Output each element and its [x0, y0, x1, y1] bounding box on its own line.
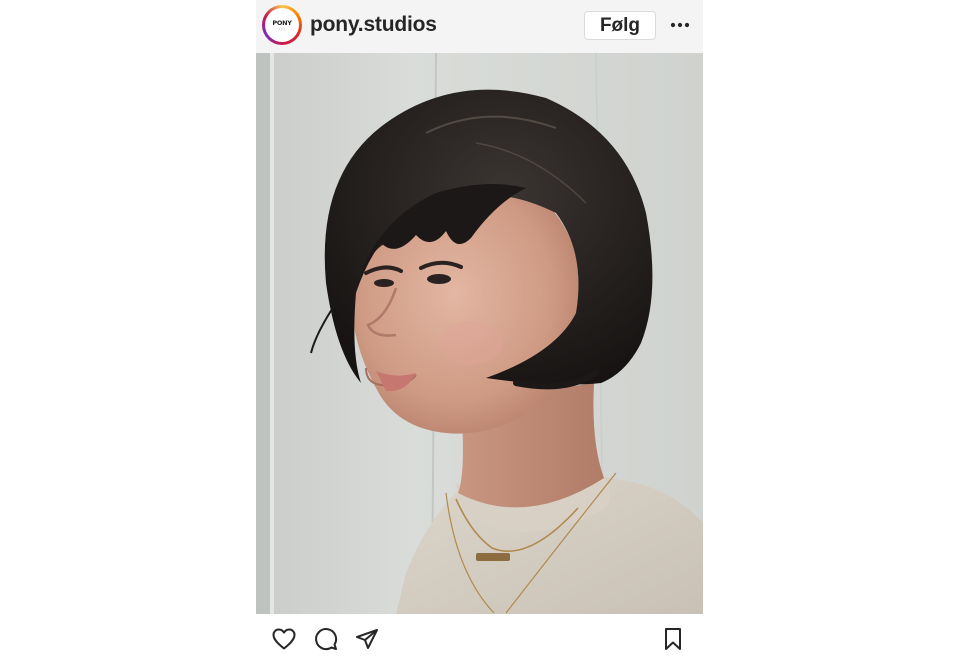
post-action-bar	[256, 614, 703, 660]
more-options-button[interactable]	[667, 12, 693, 38]
instagram-post: PONY ○○ pony.studios Følg	[256, 0, 703, 660]
comment-icon	[315, 628, 338, 651]
more-horizontal-icon	[670, 22, 690, 28]
portrait-short-bob-haircut	[256, 53, 703, 614]
post-photo[interactable]	[256, 53, 703, 614]
avatar-logo-text: PONY	[272, 18, 292, 27]
like-button[interactable]	[271, 626, 297, 652]
avatar-logo-mark: ○○	[278, 26, 286, 31]
account-username[interactable]: pony.studios	[310, 13, 437, 37]
post-header: PONY ○○ pony.studios Følg	[256, 0, 703, 53]
avatar[interactable]: PONY ○○	[262, 5, 302, 45]
bookmark-icon	[665, 628, 681, 650]
share-button[interactable]	[354, 626, 380, 652]
follow-button[interactable]: Følg	[584, 11, 656, 40]
send-icon	[356, 629, 378, 649]
comment-button[interactable]	[313, 626, 339, 652]
pony-studios-logo: PONY ○○	[265, 8, 299, 42]
heart-icon	[272, 628, 296, 650]
save-button[interactable]	[660, 626, 686, 652]
